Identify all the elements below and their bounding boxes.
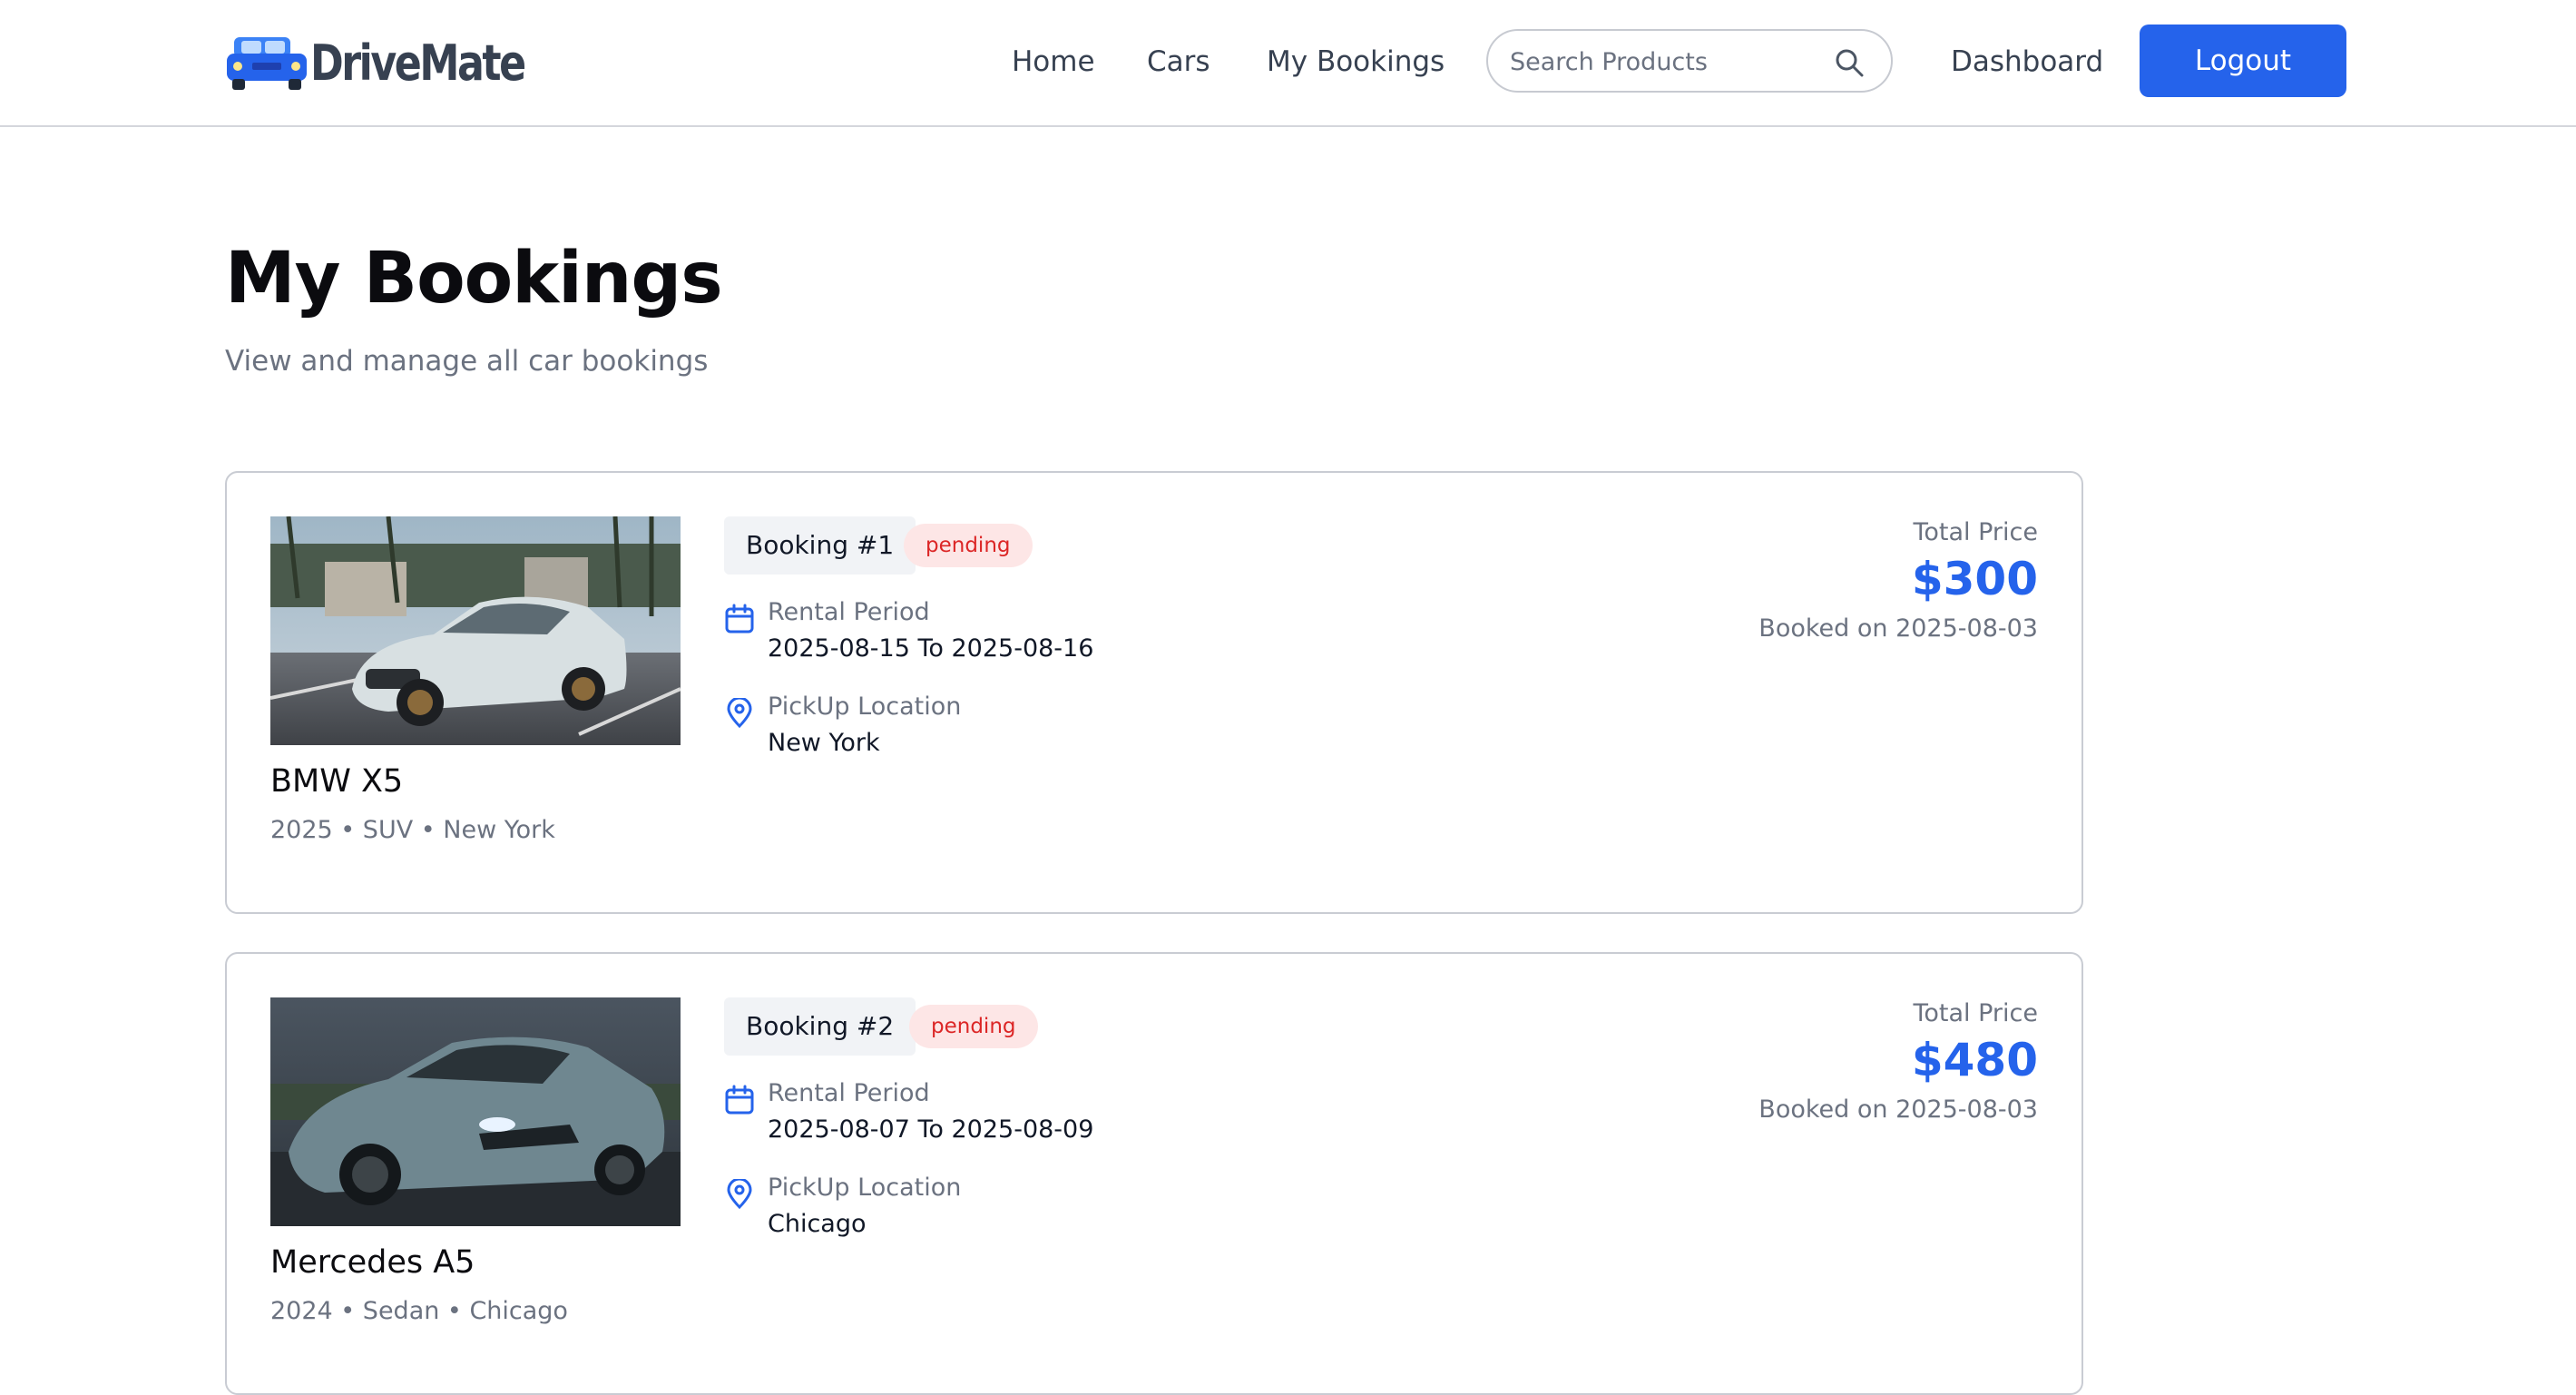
calendar-icon bbox=[725, 604, 754, 634]
search-input[interactable] bbox=[1510, 42, 1818, 82]
nav-my-bookings-link[interactable]: My Bookings bbox=[1267, 41, 1445, 83]
calendar-icon bbox=[725, 1085, 754, 1115]
rental-period-value: 2025-08-15 To 2025-08-16 bbox=[768, 634, 1094, 663]
logout-button[interactable]: Logout bbox=[2140, 25, 2346, 97]
pickup-location-value: Chicago bbox=[768, 1210, 867, 1238]
car-icon bbox=[227, 37, 307, 90]
car-image bbox=[270, 516, 681, 745]
location-pin-icon bbox=[727, 698, 752, 729]
location-pin-icon bbox=[727, 1179, 752, 1210]
booked-on-date: Booked on 2025-08-03 bbox=[1758, 1095, 2038, 1124]
search-icon[interactable] bbox=[1833, 46, 1866, 79]
status-badge: pending bbox=[904, 524, 1033, 567]
booking-card: BMW X5 2025 • SUV • New York Booking #1 … bbox=[225, 471, 2083, 914]
brand-name: DriveMate bbox=[310, 34, 526, 92]
booking-card: Mercedes A5 2024 • Sedan • Chicago Booki… bbox=[225, 952, 2083, 1395]
car-details: 2025 • SUV • New York bbox=[270, 816, 555, 844]
booked-on-date: Booked on 2025-08-03 bbox=[1758, 614, 2038, 643]
nav-home-link[interactable]: Home bbox=[1012, 41, 1095, 83]
rental-period-value: 2025-08-07 To 2025-08-09 bbox=[768, 1115, 1094, 1144]
total-price-label: Total Price bbox=[1913, 518, 2038, 546]
page-title: My Bookings bbox=[225, 238, 723, 319]
rental-period-label: Rental Period bbox=[768, 1079, 930, 1107]
status-badge: pending bbox=[909, 1005, 1038, 1048]
search-box bbox=[1486, 29, 1893, 93]
page-subtitle: View and manage all car bookings bbox=[225, 345, 709, 378]
car-image bbox=[270, 997, 681, 1226]
car-name: Mercedes A5 bbox=[270, 1244, 475, 1281]
pickup-location-value: New York bbox=[768, 729, 880, 757]
pickup-location-label: PickUp Location bbox=[768, 693, 962, 721]
rental-period-label: Rental Period bbox=[768, 598, 930, 626]
booking-id-tag: Booking #2 bbox=[724, 997, 916, 1056]
navbar: DriveMate Home Cars My Bookings Dashboar… bbox=[0, 0, 2576, 127]
booking-id-tag: Booking #1 bbox=[724, 516, 916, 575]
nav-dashboard-link[interactable]: Dashboard bbox=[1951, 41, 2103, 83]
nav-cars-link[interactable]: Cars bbox=[1147, 41, 1210, 83]
total-price-label: Total Price bbox=[1913, 999, 2038, 1027]
pickup-location-label: PickUp Location bbox=[768, 1174, 962, 1202]
total-price-value: $480 bbox=[1911, 1034, 2038, 1086]
car-details: 2024 • Sedan • Chicago bbox=[270, 1297, 568, 1325]
total-price-value: $300 bbox=[1911, 553, 2038, 605]
car-name: BMW X5 bbox=[270, 763, 404, 800]
brand-logo[interactable]: DriveMate bbox=[225, 31, 571, 94]
